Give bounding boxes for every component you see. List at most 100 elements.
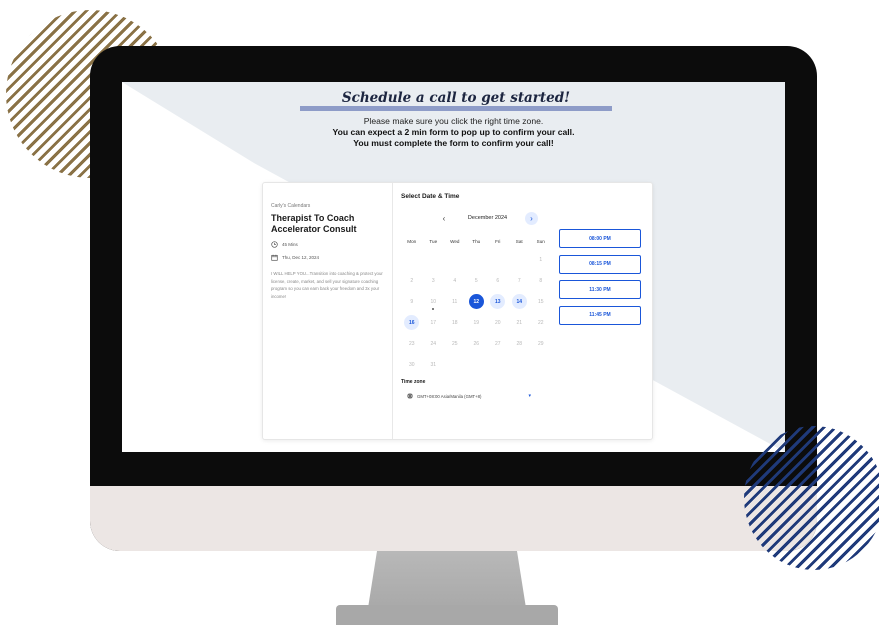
calendar-day-number: 20 [494, 319, 501, 326]
calendar-day: 5 [466, 270, 488, 291]
calendar-day: 27 [487, 333, 509, 354]
calendar-day-number: 14 [511, 294, 527, 309]
instruction-form: You can expect a 2 min form to pop up to… [332, 127, 575, 137]
calendar-day-number: 13 [490, 294, 506, 309]
calendar-day[interactable]: 16 [401, 312, 423, 333]
timezone-value: GMT+08:00 Asia/Manila (GMT+8) [417, 393, 482, 399]
scheduler: Select Date & Time ‹ December 2024 › Mon… [401, 193, 646, 433]
calendar-day: 22 [530, 312, 552, 333]
heading-underline [300, 106, 612, 111]
time-slot-button[interactable]: 08:15 PM [559, 254, 641, 274]
page-heading: Schedule a call to get started! [341, 90, 571, 106]
calendar-day: 17 [423, 312, 445, 333]
weekday-header: Thu [472, 238, 481, 244]
event-details: Carly's Calendars Therapist To Coach Acc… [263, 183, 393, 439]
time-slot-list: 08:00 PM 08:15 PM 11:30 PM 11:45 PM [559, 229, 641, 331]
calendar-day-number: 10 [430, 298, 437, 305]
globe-icon [407, 393, 413, 399]
monitor-stand-neck [368, 548, 526, 608]
time-slot-button[interactable]: 08:00 PM [559, 229, 641, 248]
calendar-day: 25 [444, 333, 466, 354]
calendar-day-number: 1 [539, 256, 543, 263]
calendar-day-number: 31 [430, 361, 437, 368]
event-date: Thu, Dec 12, 2024 [282, 255, 320, 260]
monitor: Schedule a call to get started! Please m… [90, 46, 817, 551]
event-description: I WILL HELP YOU...Transition into coachi… [271, 271, 383, 299]
calendar-day: 31 [423, 354, 445, 375]
time-slot-button[interactable]: 11:45 PM [559, 305, 641, 325]
calendar-day-number: 29 [537, 340, 544, 347]
navy-stripe-circle [744, 426, 879, 570]
calendar-day-number: 5 [474, 277, 478, 284]
instruction-complete: You must complete the form to confirm yo… [353, 138, 554, 148]
calendar-day-selected[interactable]: 12 [466, 291, 488, 312]
calendar-day: 2 [401, 270, 423, 291]
scheduler-title: Select Date & Time [401, 193, 460, 200]
timezone-label: Time zone [401, 379, 426, 385]
chevron-left-icon[interactable]: ‹ [438, 214, 450, 223]
screen: Schedule a call to get started! Please m… [122, 82, 785, 452]
calendar-day-number: 15 [537, 298, 544, 305]
calendar-icon [271, 254, 278, 261]
monitor-stand-base [336, 605, 558, 625]
calendar-owner: Carly's Calendars [271, 203, 311, 209]
event-duration: 45 Mins [282, 242, 298, 247]
calendar-day-number: 11 [452, 298, 458, 305]
calendar-day: 15 [530, 291, 552, 312]
time-slot-button[interactable]: 11:30 PM [559, 280, 641, 299]
calendar-day: 30 [401, 354, 423, 375]
weekday-header: Sat [515, 238, 523, 244]
calendar-day: 6 [487, 270, 509, 291]
calendar-day-number: 8 [539, 277, 543, 284]
calendar-day-number: 6 [496, 277, 500, 284]
weekday-header: Wed [450, 238, 460, 244]
calendar-grid: Mon Tue Wed Thu Fri Sat Sun 1 2 3 4 5 6 7 8 9 10 11 12 13 14… [401, 233, 552, 375]
clock-icon [271, 241, 278, 248]
calendar-day-number: 25 [451, 340, 458, 347]
chevron-right-icon[interactable]: › [524, 211, 538, 225]
calendar-day-number: 26 [473, 340, 480, 347]
event-date-row: Thu, Dec 12, 2024 [271, 254, 384, 261]
weekday-header: Mon [407, 238, 417, 244]
event-title: Therapist To Coach Accelerator Consult [271, 213, 357, 234]
calendar-day: 26 [466, 333, 488, 354]
event-duration-row: 45 Mins [271, 241, 384, 248]
calendar-day-number: 23 [408, 340, 415, 347]
calendar-day-number: 9 [410, 298, 414, 305]
calendar-day: 4 [444, 270, 466, 291]
calendar-day-number: 19 [473, 319, 480, 326]
calendar-day[interactable]: 13 [487, 291, 509, 312]
calendar-day: 10 [423, 291, 445, 312]
monitor-chin [90, 486, 817, 551]
heading-block: Schedule a call to get started! [300, 90, 612, 111]
calendar-day: 7 [509, 270, 531, 291]
calendar-day: 23 [401, 333, 423, 354]
instruction-timezone: Please make sure you click the right tim… [363, 116, 544, 126]
weekday-header: Sun [536, 238, 545, 244]
calendar-day: 3 [423, 270, 445, 291]
calendar-day-number: 7 [517, 277, 521, 284]
calendar-day-number: 2 [410, 277, 414, 284]
calendar-day-number: 16 [404, 315, 420, 330]
calendar-day[interactable]: 14 [509, 291, 531, 312]
calendar-day-number: 18 [451, 319, 458, 326]
calendar-day: 11 [444, 291, 466, 312]
calendar-day: 29 [530, 333, 552, 354]
weekday-header: Fri [495, 238, 501, 244]
caret-down-icon: ▾ [528, 393, 531, 399]
calendar-day-number: 28 [516, 340, 523, 347]
timezone-select[interactable]: GMT+08:00 Asia/Manila (GMT+8) ▾ [407, 391, 531, 401]
calendar-day-number: 12 [468, 294, 484, 309]
calendar-day: 28 [509, 333, 531, 354]
calendar-day: 20 [487, 312, 509, 333]
calendar-day: 24 [423, 333, 445, 354]
calendar-day: 18 [444, 312, 466, 333]
calendar-day-number: 21 [516, 319, 523, 326]
calendar-day-number: 4 [453, 277, 457, 284]
calendar-day: 1 [530, 249, 552, 270]
calendar-day: 19 [466, 312, 488, 333]
calendar-day: 8 [530, 270, 552, 291]
booking-card: Carly's Calendars Therapist To Coach Acc… [262, 182, 653, 440]
month-label: December 2024 [467, 215, 508, 221]
calendar-day-number: 27 [494, 340, 501, 347]
